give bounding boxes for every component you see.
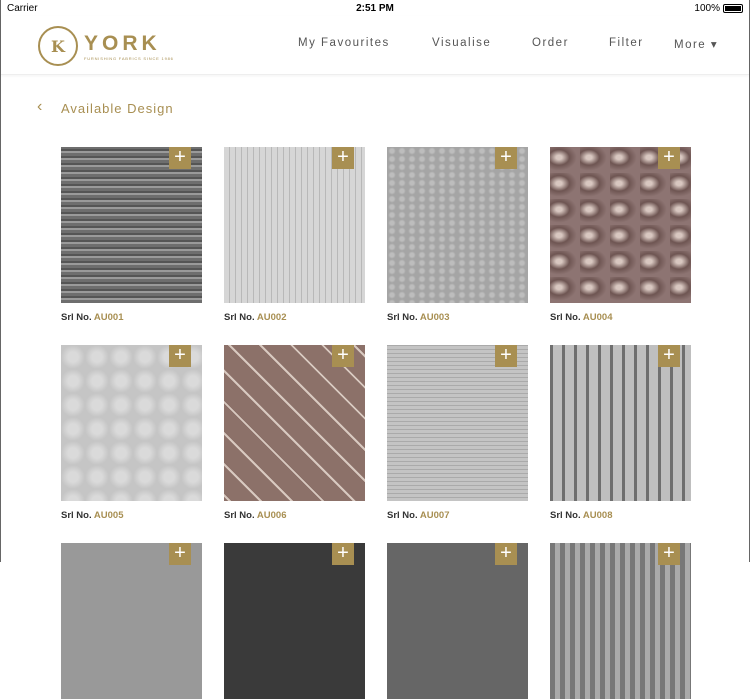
serial-code: AU004 <box>582 312 613 323</box>
serial-code: AU001 <box>93 312 124 323</box>
design-serial-label: Srl No. AU008 <box>550 510 613 521</box>
battery-percent: 100% <box>694 3 720 14</box>
add-plus-icon[interactable]: + <box>658 147 680 169</box>
york-logo[interactable]: K YORK FURNISHING FABRICS SINCE 1986 <box>38 26 174 66</box>
add-plus-icon[interactable]: + <box>495 147 517 169</box>
serial-prefix: Srl No. <box>550 510 581 521</box>
nav-visualise[interactable]: Visualise <box>432 37 491 49</box>
add-plus-icon[interactable]: + <box>658 345 680 367</box>
clock: 2:51 PM <box>356 3 394 14</box>
fabric-swatch[interactable]: + <box>61 345 202 501</box>
fabric-swatch[interactable]: + <box>224 543 365 699</box>
serial-code: AU008 <box>582 510 613 521</box>
back-chevron-icon[interactable]: ‹ <box>37 98 42 116</box>
design-serial-label: Srl No. AU004 <box>550 312 613 323</box>
fabric-swatch[interactable]: + <box>387 345 528 501</box>
page-title: Available Design <box>61 101 174 116</box>
serial-code: AU003 <box>419 312 450 323</box>
fabric-swatch[interactable]: + <box>61 543 202 699</box>
serial-code: AU006 <box>256 510 287 521</box>
serial-prefix: Srl No. <box>387 312 418 323</box>
add-plus-icon[interactable]: + <box>332 345 354 367</box>
add-plus-icon[interactable]: + <box>495 345 517 367</box>
serial-code: AU007 <box>419 510 450 521</box>
serial-prefix: Srl No. <box>550 312 581 323</box>
status-bar: Carrier 2:51 PM 100% <box>1 0 749 16</box>
fabric-swatch[interactable]: + <box>550 543 691 699</box>
add-plus-icon[interactable]: + <box>332 147 354 169</box>
design-serial-label: Srl No. AU001 <box>61 312 124 323</box>
brand-tagline: FURNISHING FABRICS SINCE 1986 <box>84 55 174 61</box>
fabric-swatch[interactable]: + <box>61 147 202 303</box>
logo-seal-icon: K <box>38 26 78 66</box>
serial-prefix: Srl No. <box>387 510 418 521</box>
serial-code: AU002 <box>256 312 287 323</box>
fabric-swatch[interactable]: + <box>224 345 365 501</box>
nav-my-favourites[interactable]: My Favourites <box>298 37 390 49</box>
design-serial-label: Srl No. AU005 <box>61 510 124 521</box>
add-plus-icon[interactable]: + <box>169 147 191 169</box>
serial-prefix: Srl No. <box>224 510 255 521</box>
header: K YORK FURNISHING FABRICS SINCE 1986 My F… <box>1 16 749 75</box>
nav-filter[interactable]: Filter <box>609 37 644 49</box>
fabric-swatch[interactable]: + <box>224 147 365 303</box>
nav-order[interactable]: Order <box>532 37 569 49</box>
design-serial-label: Srl No. AU006 <box>224 510 287 521</box>
design-serial-label: Srl No. AU007 <box>387 510 450 521</box>
battery-icon <box>723 4 743 13</box>
fabric-swatch[interactable]: + <box>550 345 691 501</box>
serial-prefix: Srl No. <box>224 312 255 323</box>
brand-name: YORK <box>84 31 161 55</box>
design-serial-label: Srl No. AU003 <box>387 312 450 323</box>
serial-prefix: Srl No. <box>61 312 92 323</box>
add-plus-icon[interactable]: + <box>169 345 191 367</box>
fabric-swatch[interactable]: + <box>550 147 691 303</box>
design-serial-label: Srl No. AU002 <box>224 312 287 323</box>
fabric-swatch[interactable]: + <box>387 543 528 699</box>
serial-code: AU005 <box>93 510 124 521</box>
nav-more[interactable]: More ▾ <box>674 37 718 51</box>
serial-prefix: Srl No. <box>61 510 92 521</box>
battery-status: 100% <box>694 3 743 14</box>
fabric-swatch[interactable]: + <box>387 147 528 303</box>
